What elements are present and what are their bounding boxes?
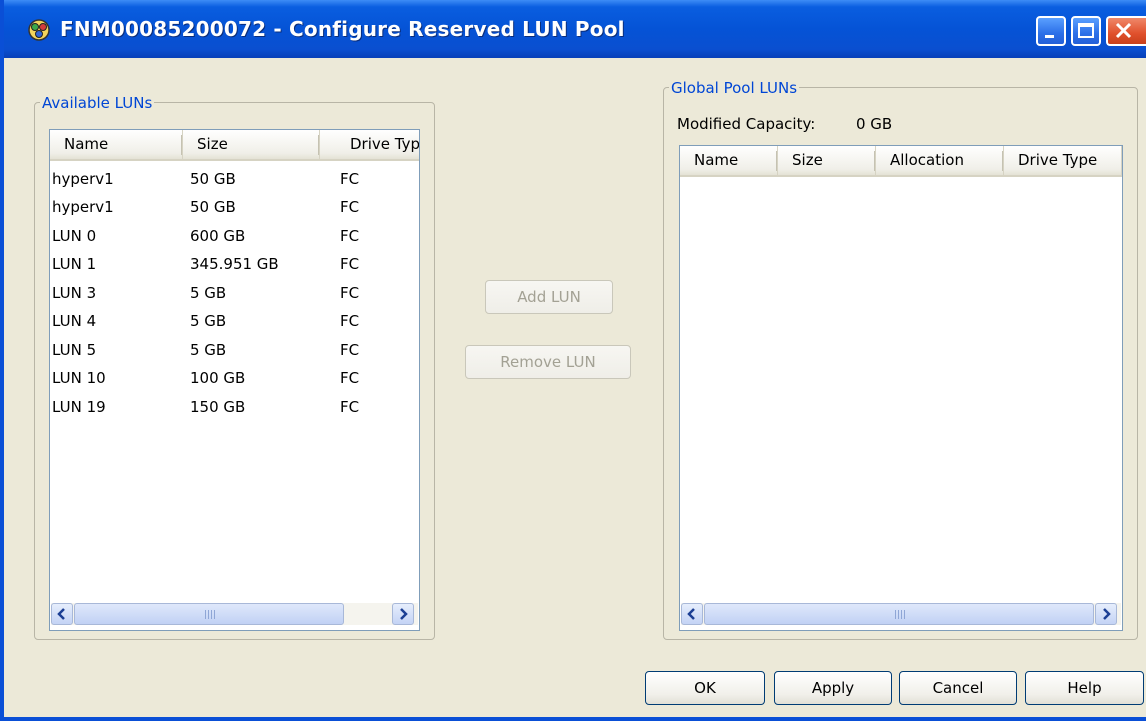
lun-size: 5 GB: [190, 341, 227, 359]
modified-capacity-label: Modified Capacity:: [677, 115, 816, 133]
modified-capacity-value: 0 GB: [856, 115, 893, 133]
chevron-right-icon: [400, 608, 408, 620]
global-pool-hscrollbar[interactable]: [681, 603, 1121, 625]
lun-name: LUN 19: [52, 398, 106, 416]
global-pool-luns-header: Name Size Allocation Drive Type: [680, 146, 1122, 177]
column-header-size[interactable]: Size: [183, 130, 320, 159]
lun-drive-type: FC: [340, 255, 360, 273]
help-button[interactable]: Help: [1025, 671, 1144, 705]
scroll-right-button[interactable]: [392, 603, 414, 625]
apply-button[interactable]: Apply: [774, 671, 892, 705]
table-row[interactable]: hyperv1 50 GB FC: [50, 165, 419, 193]
column-header-name[interactable]: Name: [680, 146, 778, 175]
minimize-icon: [1045, 35, 1054, 38]
lun-drive-type: FC: [340, 398, 360, 416]
lun-drive-type: FC: [340, 284, 360, 302]
column-header-label: Name: [694, 151, 739, 169]
lun-name: LUN 4: [52, 312, 97, 330]
column-header-drive-type[interactable]: Drive Typ: [320, 130, 420, 159]
table-row[interactable]: LUN 1 345.951 GB FC: [50, 250, 419, 278]
lun-name: hyperv1: [52, 170, 114, 188]
global-pool-luns-label: Global Pool LUNs: [669, 79, 800, 97]
column-header-label: Name: [64, 135, 109, 153]
table-row[interactable]: LUN 3 5 GB FC: [50, 279, 419, 307]
lun-drive-type: FC: [340, 369, 360, 387]
scroll-right-button[interactable]: [1095, 603, 1117, 625]
lun-name: LUN 5: [52, 341, 97, 359]
lun-drive-type: FC: [340, 227, 360, 245]
column-header-drive-type[interactable]: Drive Type: [1004, 146, 1122, 175]
table-row[interactable]: LUN 5 5 GB FC: [50, 336, 419, 364]
app-icon: [26, 18, 52, 42]
lun-size: 5 GB: [190, 284, 227, 302]
minimize-button[interactable]: [1036, 16, 1066, 46]
ok-button[interactable]: OK: [645, 671, 765, 705]
scroll-thumb[interactable]: [704, 603, 1094, 625]
close-button[interactable]: [1106, 16, 1146, 46]
chevron-left-icon: [57, 608, 65, 620]
maximize-button[interactable]: [1071, 16, 1101, 46]
lun-size: 50 GB: [190, 198, 236, 216]
table-row[interactable]: LUN 4 5 GB FC: [50, 307, 419, 335]
remove-lun-button[interactable]: Remove LUN: [465, 345, 631, 379]
lun-drive-type: FC: [340, 312, 360, 330]
lun-size: 150 GB: [190, 398, 246, 416]
lun-name: LUN 3: [52, 284, 97, 302]
column-header-label: Allocation: [890, 151, 964, 169]
lun-drive-type: FC: [340, 198, 360, 216]
table-row[interactable]: LUN 0 600 GB FC: [50, 222, 419, 250]
available-luns-hscrollbar[interactable]: [51, 603, 418, 625]
column-header-size[interactable]: Size: [778, 146, 876, 175]
chevron-right-icon: [1103, 608, 1111, 620]
global-pool-luns-list[interactable]: Name Size Allocation Drive Type: [679, 145, 1123, 631]
close-icon: [1115, 22, 1132, 39]
scroll-left-button[interactable]: [51, 603, 73, 625]
available-luns-header: Name Size Drive Typ: [50, 130, 419, 161]
table-row[interactable]: LUN 19 150 GB FC: [50, 393, 419, 421]
window-title: FNM00085200072 - Configure Reserved LUN …: [60, 17, 625, 41]
column-header-label: Size: [197, 135, 228, 153]
lun-size: 5 GB: [190, 312, 227, 330]
configure-reserved-lun-pool-window: FNM00085200072 - Configure Reserved LUN …: [0, 0, 1146, 721]
lun-size: 100 GB: [190, 369, 246, 387]
table-row[interactable]: hyperv1 50 GB FC: [50, 193, 419, 221]
scroll-left-button[interactable]: [681, 603, 703, 625]
lun-name: LUN 10: [52, 369, 106, 387]
column-header-allocation[interactable]: Allocation: [876, 146, 1004, 175]
available-luns-label: Available LUNs: [40, 94, 155, 112]
column-header-label: Size: [792, 151, 823, 169]
column-header-name[interactable]: Name: [50, 130, 183, 159]
lun-size: 50 GB: [190, 170, 236, 188]
column-header-label: Drive Typ: [350, 135, 420, 153]
lun-name: hyperv1: [52, 198, 114, 216]
lun-name: LUN 1: [52, 255, 97, 273]
lun-name: LUN 0: [52, 227, 97, 245]
maximize-icon: [1078, 23, 1094, 38]
cancel-button[interactable]: Cancel: [899, 671, 1017, 705]
add-lun-button[interactable]: Add LUN: [485, 280, 613, 314]
scroll-thumb[interactable]: [74, 603, 344, 625]
lun-size: 345.951 GB: [190, 255, 279, 273]
column-header-label: Drive Type: [1018, 151, 1098, 169]
lun-drive-type: FC: [340, 170, 360, 188]
lun-size: 600 GB: [190, 227, 246, 245]
title-bar[interactable]: FNM00085200072 - Configure Reserved LUN …: [4, 0, 1146, 58]
table-row[interactable]: LUN 10 100 GB FC: [50, 364, 419, 392]
lun-drive-type: FC: [340, 341, 360, 359]
chevron-left-icon: [687, 608, 695, 620]
available-luns-list[interactable]: Name Size Drive Typ hyperv1 50 GB FC hyp…: [49, 129, 420, 631]
